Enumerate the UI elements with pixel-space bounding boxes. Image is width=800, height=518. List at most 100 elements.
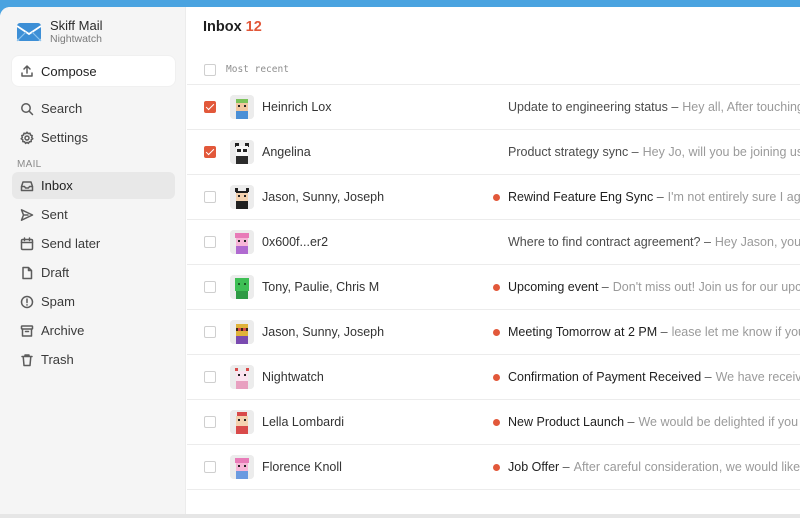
account-subtitle: Nightwatch (50, 33, 102, 45)
mail-window: Skiff Mail Nightwatch Compose Search Set… (0, 7, 800, 518)
message-preview: Hey all, After touching base (682, 100, 800, 114)
message-row[interactable]: Angelina Product strategy sync – Hey Jo, … (187, 130, 800, 175)
row-checkbox[interactable] (204, 191, 216, 203)
pixel-avatar-icon (230, 140, 254, 164)
sender-name: Tony, Paulie, Chris M (262, 280, 380, 294)
upload-icon (20, 64, 34, 78)
message-subject: Update to engineering status – Hey all, A… (508, 100, 800, 114)
select-all-checkbox[interactable] (204, 63, 216, 76)
pixel-avatar-icon (230, 185, 254, 209)
sender-name: 0x600f...er2 (262, 235, 329, 249)
message-preview: I'm not entirely sure I agree (667, 190, 800, 204)
send-icon (20, 208, 34, 222)
unread-indicator (493, 329, 500, 336)
unread-count-badge: 12 (245, 19, 262, 35)
sidebar-item-draft[interactable]: Draft (12, 259, 175, 286)
avatar (230, 275, 254, 299)
message-row[interactable]: Nightwatch Confirmation of Payment Recei… (187, 355, 800, 400)
pixel-avatar-icon (230, 365, 254, 389)
account-switcher[interactable]: Skiff Mail Nightwatch (16, 17, 103, 47)
message-preview: Don't miss out! Join us for our upcoming (612, 280, 800, 294)
pixel-avatar-icon (230, 230, 254, 254)
row-checkbox[interactable] (204, 146, 216, 158)
pixel-avatar-icon (230, 275, 254, 299)
sidebar-item-sent[interactable]: Sent (12, 201, 175, 228)
row-checkbox[interactable] (204, 416, 216, 428)
row-checkbox[interactable] (204, 101, 216, 113)
row-checkbox[interactable] (204, 326, 216, 338)
avatar (230, 230, 254, 254)
sender-name: Lella Lombardi (262, 415, 344, 429)
message-preview: We have received (715, 370, 800, 384)
subject-text: Product strategy sync (508, 145, 629, 159)
sidebar-item-settings[interactable]: Settings (12, 124, 175, 151)
message-preview: Hey Jo, will you be joining us (642, 145, 800, 159)
sidebar-item-archive[interactable]: Archive (12, 317, 175, 344)
sender-name: Angelina (262, 145, 311, 159)
avatar (230, 95, 254, 119)
row-checkbox[interactable] (204, 281, 216, 293)
message-row[interactable]: Florence Knoll Job Offer – After careful … (187, 445, 800, 490)
unread-indicator (493, 284, 500, 291)
unread-indicator (493, 374, 500, 381)
search-icon (20, 102, 34, 116)
sender-name: Jason, Sunny, Joseph (262, 325, 385, 339)
calendar-icon (20, 236, 34, 251)
avatar (230, 140, 254, 164)
subject-text: Upcoming event (508, 280, 599, 294)
compose-button[interactable]: Compose (12, 56, 175, 86)
subject-text: Update to engineering status (508, 100, 668, 114)
message-subject: Rewind Feature Eng Sync – I'm not entirel… (508, 190, 800, 204)
archive-icon (20, 324, 34, 338)
sidebar-item-inbox[interactable]: Inbox (12, 172, 175, 199)
sidebar: Skiff Mail Nightwatch Compose Search Set… (0, 7, 186, 518)
row-checkbox[interactable] (204, 461, 216, 473)
avatar (230, 410, 254, 434)
message-subject: Confirmation of Payment Received – We hav… (508, 370, 800, 384)
row-checkbox[interactable] (204, 371, 216, 383)
mail-section-label: MAIL (17, 159, 42, 170)
pixel-avatar-icon (230, 455, 254, 479)
subject-text: Meeting Tomorrow at 2 PM (508, 325, 658, 339)
sidebar-item-label: Inbox (41, 178, 73, 193)
inbox-icon (20, 179, 34, 193)
message-preview: lease let me know if you (671, 325, 800, 339)
inbox-title: Inbox (203, 19, 242, 35)
message-row[interactable]: Heinrich Lox Update to engineering statu… (187, 85, 800, 130)
sender-name: Heinrich Lox (262, 100, 332, 114)
message-row[interactable]: 0x600f...er2 Where to find contract agre… (187, 220, 800, 265)
sidebar-item-label: Spam (41, 294, 75, 309)
unread-indicator (493, 194, 500, 201)
sidebar-item-trash[interactable]: Trash (12, 346, 175, 373)
subject-text: Where to find contract agreement? (508, 235, 701, 249)
sidebar-item-search[interactable]: Search (12, 95, 175, 122)
trash-icon (20, 353, 34, 367)
message-row[interactable]: Lella Lombardi New Product Launch – We wo… (187, 400, 800, 445)
window-bottom-edge (0, 514, 800, 518)
sort-dropdown[interactable]: Most recent (226, 64, 289, 75)
sidebar-item-send-later[interactable]: Send later (12, 230, 175, 257)
account-name: Skiff Mail (50, 18, 103, 33)
unread-indicator (493, 419, 500, 426)
pixel-avatar-icon (230, 320, 254, 344)
subject-text: New Product Launch (508, 415, 625, 429)
message-subject: Upcoming event – Don't miss out! Join us … (508, 280, 800, 294)
page-title: Inbox 12 (203, 19, 262, 35)
alert-icon (20, 295, 34, 309)
mail-logo-icon (16, 23, 42, 42)
message-preview: After careful consideration, we would li… (573, 460, 800, 474)
message-row[interactable]: Jason, Sunny, Joseph Meeting Tomorrow at… (187, 310, 800, 355)
inbox-pane: Inbox 12 Most recent Heinrich Lox Update … (187, 7, 800, 518)
sidebar-item-label: Sent (41, 207, 68, 222)
subject-text: Job Offer (508, 460, 560, 474)
avatar (230, 365, 254, 389)
sidebar-item-label: Search (41, 101, 83, 116)
message-list: Heinrich Lox Update to engineering statu… (187, 85, 800, 490)
sidebar-item-spam[interactable]: Spam (12, 288, 175, 315)
sidebar-item-label: Settings (41, 130, 88, 145)
message-subject: Where to find contract agreement? – Hey J… (508, 235, 800, 249)
avatar (230, 185, 254, 209)
message-row[interactable]: Jason, Sunny, Joseph Rewind Feature Eng … (187, 175, 800, 220)
message-row[interactable]: Tony, Paulie, Chris M Upcoming event – Do… (187, 265, 800, 310)
row-checkbox[interactable] (204, 236, 216, 248)
